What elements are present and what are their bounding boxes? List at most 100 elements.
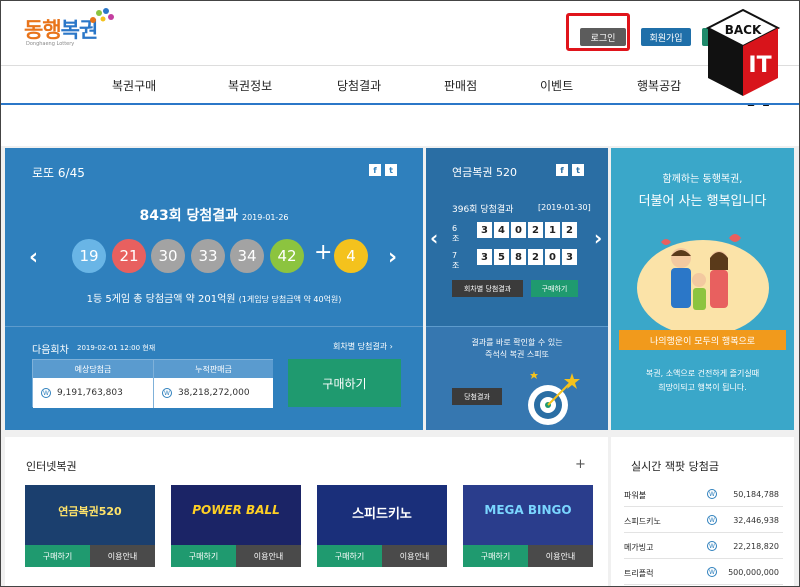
promo-desc-line1: 복권, 소액으로 건전하게 즐기실때	[645, 369, 760, 378]
pension-digit: 8	[511, 249, 526, 265]
jackpot-row[interactable]: 트리플럭 W 500,000,000	[624, 563, 783, 585]
game-thumbnail[interactable]: 스피드키노	[317, 485, 447, 545]
jackpot-amount: 500,000,000	[728, 568, 779, 577]
game-logo: 연금복권520	[58, 505, 122, 518]
jackpot-game-name: 메가빙고	[624, 543, 654, 552]
family-illustration-icon	[637, 234, 769, 333]
nav-lottery-info[interactable]: 복권정보	[228, 77, 272, 94]
pension-digit: 2	[528, 249, 543, 265]
facebook-share-icon[interactable]: f	[369, 164, 381, 176]
per-draw-label: 회차별 당첨결과	[333, 342, 388, 351]
promo-ribbon: 나의행운이 모두의 행복으로	[619, 330, 786, 350]
next-draw-label: 다음회차	[32, 345, 69, 356]
expected-prize-value: W 9,191,763,803	[33, 378, 153, 408]
game-card-speedkeno: 스피드키노 구매하기 이용안내	[317, 485, 447, 567]
main-nav: 복권구매 복권정보 당첨결과 판매점 이벤트 행복공감	[0, 67, 800, 105]
pension-title: 연금복권 520	[452, 166, 517, 179]
game-logo: MEGA BINGO	[484, 503, 572, 517]
per-draw-results-link[interactable]: 회차별 당첨결과 ›	[333, 341, 393, 352]
jackpot-amount: 50,184,788	[733, 490, 779, 499]
expected-prize-label: 예상당첨금	[33, 360, 153, 378]
logo-subtitle: Donghaeng Lottery	[26, 41, 75, 47]
won-icon: W	[41, 388, 51, 398]
accum-sales-amount: 38,218,272,000	[178, 388, 250, 398]
lotto-ball: 30	[151, 239, 185, 273]
lotto-ball: 33	[191, 239, 225, 273]
game-logo: 스피드키노	[352, 507, 412, 522]
jackpot-row[interactable]: 메가빙고 W 22,218,820	[624, 537, 783, 559]
group-label: 7조	[452, 251, 460, 270]
pension-digit: 3	[477, 249, 492, 265]
won-icon: W	[707, 515, 717, 525]
draw-date: 2019-01-26	[242, 213, 289, 222]
game-logo: POWER BALL	[192, 503, 280, 517]
nav-results[interactable]: 당첨결과	[337, 77, 381, 94]
pension-digit: 3	[477, 222, 492, 238]
won-icon: W	[162, 388, 172, 398]
twitter-share-icon[interactable]: t	[572, 164, 584, 176]
logo-part1: 동행	[24, 18, 62, 42]
promo-banner[interactable]: 함께하는 동행복권, 더불어 사는 행복입니다 나의행운이 모두의 행복으로 복…	[611, 148, 794, 430]
speetto-description: 결과를 바로 확인할 수 있는 즉석식 복권 스피또	[426, 337, 608, 361]
prev-draw-arrow-icon[interactable]: ‹	[430, 226, 438, 250]
nav-buy-lottery[interactable]: 복권구매	[112, 77, 156, 94]
lotto-ball: 42	[270, 239, 304, 273]
prize-summary: 1등 5게임 총 당첨금액 약 201억원 (1게임당 당첨금액 약 40억원)	[5, 290, 423, 305]
pension-digit: 2	[562, 222, 577, 238]
next-draw-arrow-icon[interactable]: ›	[594, 226, 602, 250]
game-guide-button[interactable]: 이용안내	[236, 545, 301, 567]
won-icon: W	[707, 489, 717, 499]
expected-prize-amount: 9,191,763,803	[57, 388, 123, 398]
login-button[interactable]: 로그인	[580, 28, 626, 46]
signup-button[interactable]: 회원가입	[641, 28, 691, 46]
accum-sales-label: 누적판매금	[154, 360, 273, 378]
won-icon: W	[707, 567, 717, 577]
promo-line1: 함께하는 동행복권,	[662, 174, 743, 185]
pension-per-draw-button[interactable]: 회차별 당첨결과	[452, 280, 523, 297]
target-icon	[528, 371, 580, 425]
pension-results-section: 연금복권 520 f t ‹ › 396회 당첨결과 [2019-01-30] …	[426, 148, 608, 326]
jackpot-row[interactable]: 파워볼 W 50,184,788	[624, 485, 783, 507]
jackpot-row[interactable]: 스피드키노 W 32,446,938	[624, 511, 783, 533]
more-plus-icon[interactable]: +	[575, 457, 586, 472]
lotto-ball: 21	[112, 239, 146, 273]
pension-digit: 0	[511, 222, 526, 238]
jackpot-game-name: 트리플럭	[624, 569, 654, 578]
pension-draw-title: 396회 당첨결과	[452, 205, 514, 215]
pension-buy-button[interactable]: 구매하기	[531, 280, 578, 297]
nav-happiness[interactable]: 행복공감	[637, 77, 681, 94]
twitter-share-icon[interactable]: t	[385, 164, 397, 176]
game-buy-button[interactable]: 구매하기	[25, 545, 90, 567]
jackpot-game-name: 스피드키노	[624, 517, 661, 526]
jackpot-table: 예상당첨금 W 9,191,763,803 누적판매금 W 38,218,272,0…	[32, 359, 273, 408]
site-logo[interactable]: 동행복권 Donghaeng Lottery	[24, 8, 114, 50]
game-thumbnail[interactable]: 연금복권520	[25, 485, 155, 545]
next-draw-arrow-icon[interactable]: ›	[388, 245, 397, 270]
game-guide-button[interactable]: 이용안내	[382, 545, 447, 567]
game-thumbnail[interactable]: POWER BALL	[171, 485, 301, 545]
speetto-results-button[interactable]: 당첨결과	[452, 388, 502, 405]
draw-number: 843회 당첨결과	[139, 208, 239, 224]
pension-digit: 2	[528, 222, 543, 238]
game-thumbnail[interactable]: MEGA BINGO	[463, 485, 593, 545]
game-guide-button[interactable]: 이용안내	[528, 545, 593, 567]
lotto-draw-title: 843회 당첨결과 2019-01-26	[5, 205, 423, 225]
game-guide-button[interactable]: 이용안내	[90, 545, 155, 567]
game-card-powerball: POWER BALL 구매하기 이용안내	[171, 485, 301, 567]
prev-draw-arrow-icon[interactable]: ‹	[29, 245, 38, 270]
nav-events[interactable]: 이벤트	[540, 77, 573, 94]
jackpot-amount: 32,446,938	[733, 516, 779, 525]
game-buy-button[interactable]: 구매하기	[463, 545, 528, 567]
jackpot-amount: 22,218,820	[733, 542, 779, 551]
next-draw-section: 다음회차 2019-02-01 12:00 현재 회차별 당첨결과 › 예상당첨…	[5, 326, 423, 430]
promo-description: 복권, 소액으로 건전하게 즐기실때 희망이되고 행복이 됩니다.	[611, 367, 794, 395]
accum-sales-value: W 38,218,272,000	[154, 378, 273, 408]
realtime-jackpot-section: 실시간 잭팟 당첨금 파워볼 W 50,184,788 스피드키노 W 32,4…	[611, 437, 794, 587]
group-label: 6조	[452, 224, 460, 243]
nav-stores[interactable]: 판매점	[444, 77, 477, 94]
facebook-share-icon[interactable]: f	[556, 164, 568, 176]
game-buy-button[interactable]: 구매하기	[171, 545, 236, 567]
game-buy-button[interactable]: 구매하기	[317, 545, 382, 567]
game-card-pension520: 연금복권520 구매하기 이용안내	[25, 485, 155, 567]
lotto-buy-button[interactable]: 구매하기	[288, 359, 401, 407]
